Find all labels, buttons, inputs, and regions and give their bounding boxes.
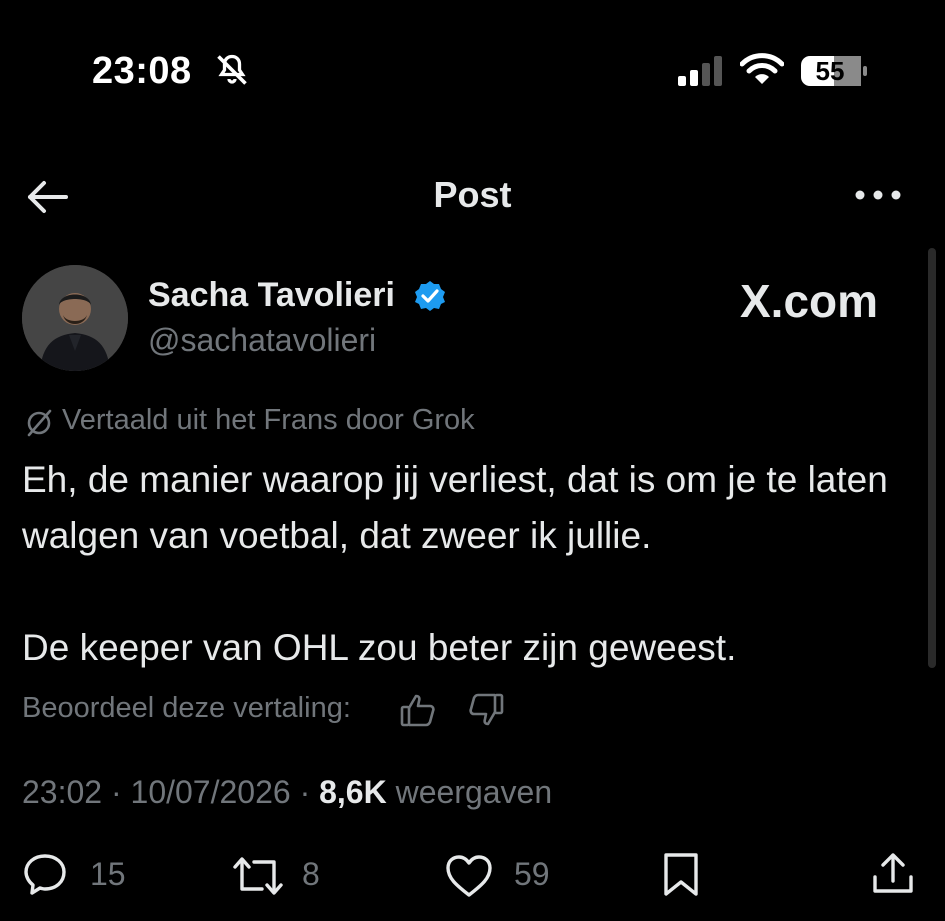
battery-level: 55 [815,56,845,86]
post-paragraph: Eh, de manier waarop jij verliest, dat i… [22,459,888,556]
heart-icon[interactable] [444,853,494,899]
x-com-watermark: X.com [740,275,879,327]
more-options-icon[interactable] [852,180,904,210]
repost-icon[interactable] [232,853,284,899]
post-date: 10/07/2026 [130,774,291,810]
rate-translation-label: Beoordeel deze vertaling: [22,692,351,724]
repost-count: 8 [302,856,320,892]
translation-notice[interactable]: Vertaald uit het Frans door Grok [62,404,475,437]
verified-badge-icon[interactable] [414,280,446,312]
post-meta: 23:02 · 10/07/2026 · 8,6K weergaven [22,774,552,811]
author-name[interactable]: Sacha Tavolieri [148,276,395,315]
share-icon[interactable] [870,851,916,897]
scrollbar[interactable] [928,248,936,668]
cellular-signal-icon [678,56,722,86]
post-paragraph: De keeper van OHL zou beter zijn geweest… [22,627,737,668]
translate-icon [27,409,52,437]
reply-count: 15 [90,856,126,892]
bookmark-icon[interactable] [658,851,704,897]
reply-icon[interactable] [22,851,68,897]
post-text: Eh, de manier waarop jij verliest, dat i… [22,452,922,676]
avatar[interactable] [22,265,128,371]
views-label: weergaven [395,774,553,810]
view-count[interactable]: 8,6K [319,774,387,810]
thumbs-down-icon[interactable] [466,690,506,730]
author-handle[interactable]: @sachatavolieri [148,322,376,359]
meta-separator: · [110,774,122,810]
thumbs-up-icon[interactable] [398,690,438,730]
meta-separator: · [299,774,311,810]
wifi-icon [740,53,784,84]
like-count: 59 [514,856,550,892]
avatar-image [22,265,128,371]
page-title: Post [433,174,512,215]
bell-slash-icon [217,54,247,85]
post-time: 23:02 [22,774,103,810]
status-time: 23:08 [92,50,192,92]
